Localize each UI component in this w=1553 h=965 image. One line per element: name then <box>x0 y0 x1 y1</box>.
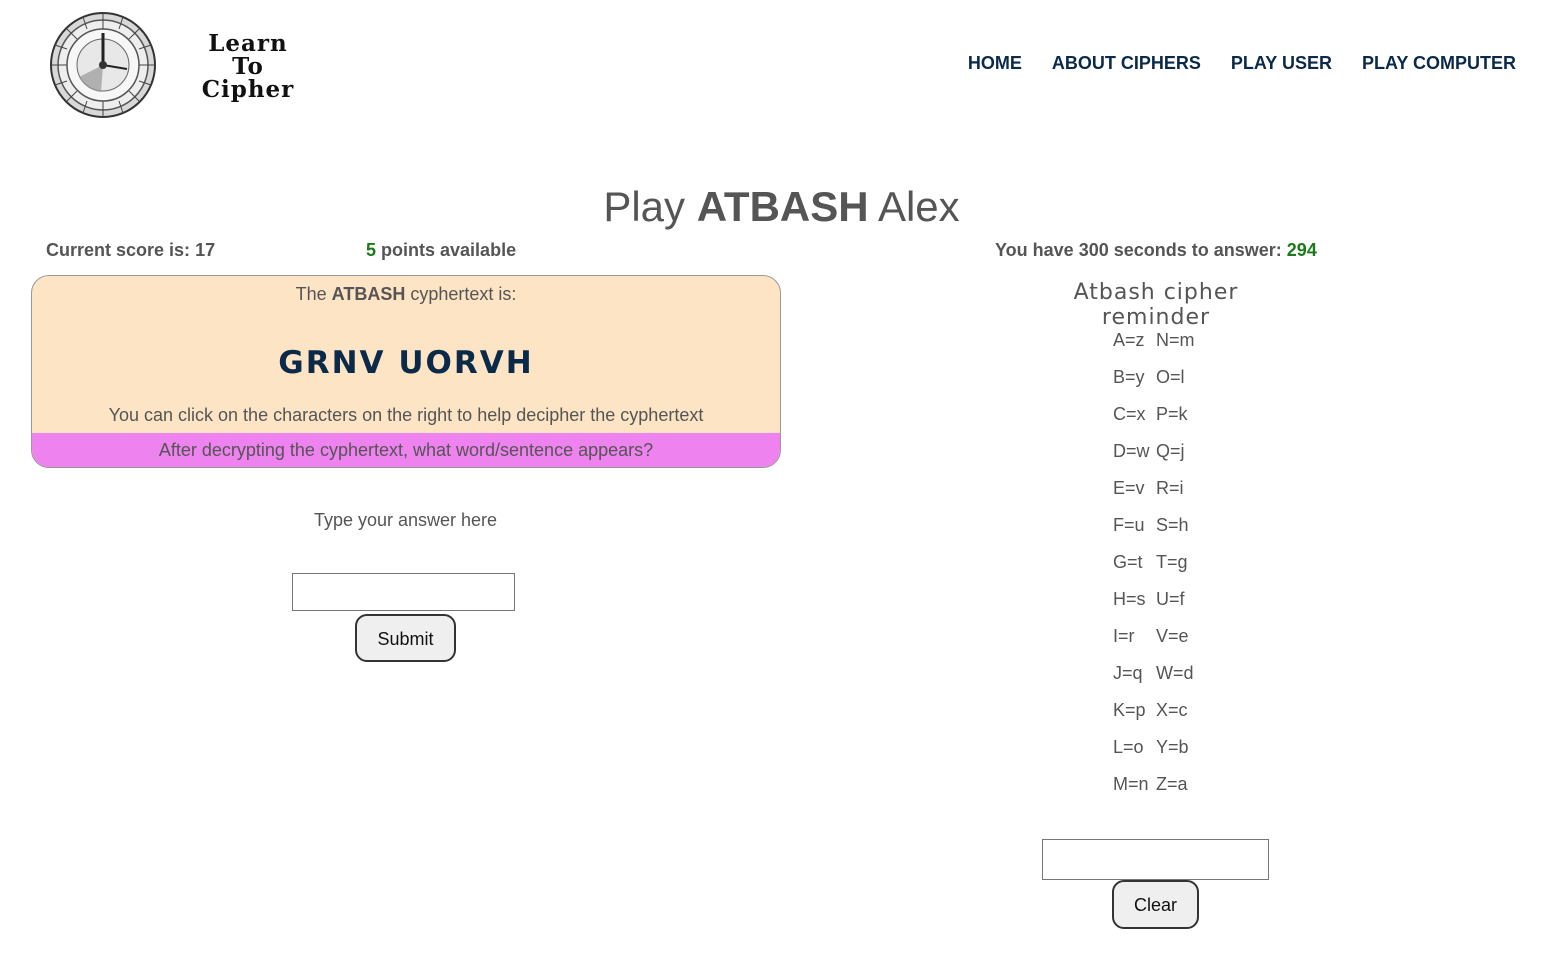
reminder-pair[interactable]: O=l <box>1156 367 1185 404</box>
reminder-pair[interactable]: D=w <box>1113 441 1156 478</box>
timer-remaining: 294 <box>1286 240 1317 260</box>
reminder-row: F=u S=h <box>1113 515 1195 552</box>
reminder-pair[interactable]: C=x <box>1113 404 1156 441</box>
cyphertext-label-prefix: The <box>295 284 327 304</box>
nav-play-user[interactable]: PLAY USER <box>1231 53 1332 74</box>
reminder-row: K=p X=c <box>1113 700 1195 737</box>
answer-label: Type your answer here <box>313 510 498 530</box>
answer-input[interactable] <box>292 573 515 611</box>
reminder-title: Atbash cipher reminder <box>1073 280 1239 330</box>
reminder-pair[interactable]: W=d <box>1156 663 1194 700</box>
reminder-pair[interactable]: K=p <box>1113 700 1156 737</box>
cyphertext-label: The ATBASH cyphertext is: <box>32 284 780 305</box>
main-nav: HOME ABOUT CIPHERS PLAY USER PLAY COMPUT… <box>968 53 1516 74</box>
points-value: 5 <box>366 240 377 260</box>
reminder-pair[interactable]: S=h <box>1156 515 1189 552</box>
reminder-pair[interactable]: R=i <box>1156 478 1184 515</box>
score-label: Current score is: <box>46 240 191 260</box>
reminder-pair[interactable]: V=e <box>1156 626 1189 663</box>
nav-home[interactable]: HOME <box>968 53 1022 74</box>
cyphertext-label-suffix: cyphertext is: <box>410 284 517 304</box>
decrypt-question: After decrypting the cyphertext, what wo… <box>32 433 780 467</box>
atbash-reminder-list: A=z N=m B=y O=l C=x P=k D=w Q=j E=v R=i F=u S=… <box>1113 330 1195 811</box>
reminder-pair[interactable]: N=m <box>1156 330 1195 367</box>
points-label: points available <box>381 240 517 260</box>
reminder-row: B=y O=l <box>1113 367 1195 404</box>
decipher-scratch-input[interactable] <box>1042 839 1269 880</box>
cyphertext-label-cipher: ATBASH <box>331 284 406 304</box>
reminder-row: C=x P=k <box>1113 404 1195 441</box>
cipher-wheel-icon[interactable] <box>49 11 157 119</box>
reminder-row: J=q W=d <box>1113 663 1195 700</box>
reminder-pair[interactable]: X=c <box>1156 700 1188 737</box>
nav-play-computer[interactable]: PLAY COMPUTER <box>1362 53 1516 74</box>
reminder-pair[interactable]: U=f <box>1156 589 1185 626</box>
reminder-pair[interactable]: G=t <box>1113 552 1156 589</box>
reminder-pair[interactable]: B=y <box>1113 367 1156 404</box>
reminder-pair[interactable]: H=s <box>1113 589 1156 626</box>
reminder-pair[interactable]: E=v <box>1113 478 1156 515</box>
reminder-row: G=t T=g <box>1113 552 1195 589</box>
reminder-pair[interactable]: Q=j <box>1156 441 1185 478</box>
clear-button[interactable]: Clear <box>1112 880 1199 929</box>
timer-label: You have 300 seconds to answer: <box>995 240 1282 260</box>
cyphertext: GRNV UORVH <box>278 345 534 381</box>
logo-line: Cipher <box>201 76 295 103</box>
reminder-pair[interactable]: F=u <box>1113 515 1156 552</box>
submit-button[interactable]: Submit <box>355 614 456 662</box>
reminder-pair[interactable]: J=q <box>1113 663 1156 700</box>
reminder-pair[interactable]: A=z <box>1113 330 1156 367</box>
site-logo-text[interactable]: Learn To Cipher <box>178 32 318 101</box>
reminder-row: I=r V=e <box>1113 626 1195 663</box>
reminder-row: A=z N=m <box>1113 330 1195 367</box>
logo-line: Learn <box>208 30 288 57</box>
reminder-row: M=n Z=a <box>1113 774 1195 811</box>
score-value: 17 <box>195 240 216 260</box>
answer-timer: You have 300 seconds to answer: 294 <box>995 240 1317 261</box>
reminder-row: H=s U=f <box>1113 589 1195 626</box>
reminder-row: D=w Q=j <box>1113 441 1195 478</box>
points-available: 5 points available <box>366 240 516 261</box>
current-score: Current score is: 17 <box>46 240 215 261</box>
reminder-pair[interactable]: Y=b <box>1156 737 1189 774</box>
reminder-pair[interactable]: L=o <box>1113 737 1156 774</box>
title-user: Alex <box>877 183 960 230</box>
reminder-pair[interactable]: M=n <box>1113 774 1156 811</box>
reminder-pair[interactable]: Z=a <box>1156 774 1188 811</box>
cyphertext-hint: You can click on the characters on the r… <box>108 405 704 425</box>
title-prefix: Play <box>603 183 686 230</box>
logo-line: To <box>232 53 264 80</box>
reminder-pair[interactable]: P=k <box>1156 404 1188 441</box>
nav-about-ciphers[interactable]: ABOUT CIPHERS <box>1052 53 1201 74</box>
page-title: Play ATBASH Alex <box>0 183 1553 231</box>
reminder-row: L=o Y=b <box>1113 737 1195 774</box>
cyphertext-panel: The ATBASH cyphertext is: GRNV UORVH You… <box>31 275 781 468</box>
title-cipher: ATBASH <box>696 183 869 230</box>
reminder-row: E=v R=i <box>1113 478 1195 515</box>
reminder-pair[interactable]: T=g <box>1156 552 1188 589</box>
reminder-pair[interactable]: I=r <box>1113 626 1156 663</box>
site-header: Learn To Cipher HOME ABOUT CIPHERS PLAY … <box>0 0 1553 130</box>
